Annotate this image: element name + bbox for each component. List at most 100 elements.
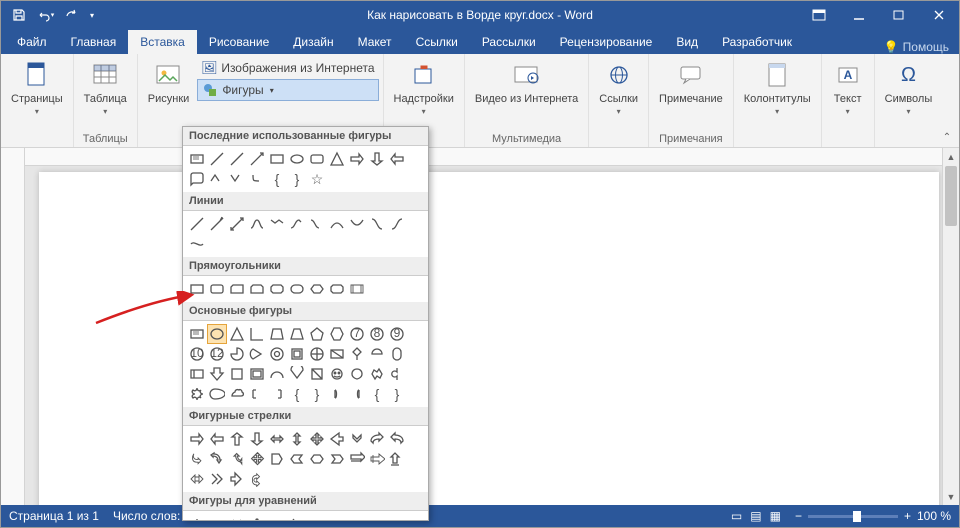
ruler-horizontal[interactable]	[25, 148, 942, 166]
tab-references[interactable]: Ссылки	[404, 30, 470, 54]
shape-item[interactable]	[347, 344, 367, 364]
shape-item[interactable]	[207, 469, 227, 489]
shape-item[interactable]	[207, 169, 227, 189]
status-page[interactable]: Страница 1 из 1	[9, 509, 99, 523]
shape-item[interactable]	[227, 429, 247, 449]
shape-item[interactable]	[207, 364, 227, 384]
shape-item[interactable]	[327, 364, 347, 384]
shape-item[interactable]	[227, 514, 247, 521]
shape-item[interactable]	[247, 214, 267, 234]
shape-item[interactable]	[207, 429, 227, 449]
shape-item[interactable]	[367, 149, 387, 169]
shape-item[interactable]	[287, 214, 307, 234]
shape-item[interactable]	[387, 449, 407, 469]
shape-item[interactable]	[227, 449, 247, 469]
shape-item[interactable]	[227, 364, 247, 384]
shape-item[interactable]	[187, 469, 207, 489]
shape-item[interactable]	[227, 344, 247, 364]
headers-button[interactable]: Колонтитулы▾	[738, 57, 817, 129]
qat-customize-button[interactable]: ▾	[85, 3, 99, 27]
undo-button[interactable]: ▾	[33, 3, 57, 27]
shape-item[interactable]	[387, 364, 407, 384]
shape-item[interactable]: 12	[207, 344, 227, 364]
shape-item[interactable]	[207, 149, 227, 169]
shape-item[interactable]	[247, 469, 267, 489]
shape-item[interactable]: }	[287, 169, 307, 189]
tab-insert[interactable]: Вставка	[128, 30, 197, 54]
shape-item[interactable]	[267, 324, 287, 344]
shape-item[interactable]	[267, 384, 287, 404]
shape-item[interactable]: {	[367, 384, 387, 404]
shape-item[interactable]	[287, 324, 307, 344]
shape-item[interactable]	[227, 324, 247, 344]
collapse-ribbon-button[interactable]: ⌃	[939, 129, 955, 145]
shape-item[interactable]	[387, 429, 407, 449]
shape-item[interactable]	[327, 149, 347, 169]
shape-item[interactable]	[207, 449, 227, 469]
shape-item[interactable]	[247, 324, 267, 344]
shape-item[interactable]	[347, 384, 367, 404]
shape-item[interactable]: }	[307, 384, 327, 404]
shape-item[interactable]	[187, 384, 207, 404]
shapes-button[interactable]: Фигуры▾	[197, 79, 378, 101]
shape-item[interactable]	[387, 344, 407, 364]
shape-item[interactable]	[307, 449, 327, 469]
view-web-button[interactable]: ▦	[770, 509, 781, 523]
shape-item[interactable]	[267, 449, 287, 469]
shape-item[interactable]	[247, 449, 267, 469]
shape-item[interactable]	[347, 449, 367, 469]
shape-item[interactable]	[207, 279, 227, 299]
status-words[interactable]: Число слов:	[113, 509, 180, 523]
table-button[interactable]: Таблица▾	[78, 57, 133, 129]
shape-item[interactable]	[187, 279, 207, 299]
save-button[interactable]	[7, 3, 31, 27]
redo-button[interactable]	[59, 3, 83, 27]
shape-item[interactable]	[347, 429, 367, 449]
shape-item[interactable]	[347, 149, 367, 169]
links-button[interactable]: Ссылки▾	[593, 57, 644, 129]
shape-item[interactable]	[247, 279, 267, 299]
shape-item[interactable]	[187, 214, 207, 234]
shape-item[interactable]	[367, 344, 387, 364]
view-read-button[interactable]: ▭	[731, 509, 742, 523]
shape-item[interactable]	[387, 149, 407, 169]
ruler-vertical[interactable]	[1, 148, 25, 505]
shape-item[interactable]	[227, 384, 247, 404]
view-print-button[interactable]: ▤	[750, 509, 761, 523]
shape-item[interactable]	[187, 324, 207, 344]
shape-item[interactable]	[207, 514, 227, 521]
shape-item[interactable]	[327, 344, 347, 364]
shape-item[interactable]	[327, 279, 347, 299]
shape-item[interactable]	[187, 169, 207, 189]
shape-item[interactable]	[327, 429, 347, 449]
shape-item[interactable]	[287, 514, 307, 521]
shape-item[interactable]	[227, 279, 247, 299]
shape-item[interactable]	[347, 364, 367, 384]
tab-design[interactable]: Дизайн	[281, 30, 345, 54]
shape-item[interactable]	[247, 169, 267, 189]
shape-item[interactable]	[307, 344, 327, 364]
shape-item[interactable]	[207, 384, 227, 404]
shape-item[interactable]	[367, 449, 387, 469]
shape-item[interactable]	[227, 169, 247, 189]
shape-item[interactable]	[247, 364, 267, 384]
shape-item[interactable]	[267, 214, 287, 234]
shape-item[interactable]: {	[287, 384, 307, 404]
shape-item[interactable]	[367, 429, 387, 449]
shape-item[interactable]	[307, 429, 327, 449]
shape-item[interactable]	[227, 469, 247, 489]
shape-item[interactable]	[287, 429, 307, 449]
shape-item[interactable]	[267, 514, 287, 521]
shape-item[interactable]: ☆	[307, 169, 327, 189]
shape-item[interactable]	[207, 214, 227, 234]
shape-item[interactable]: 10	[187, 344, 207, 364]
shape-item[interactable]	[207, 324, 227, 344]
tab-draw[interactable]: Рисование	[197, 30, 281, 54]
shape-item[interactable]	[187, 149, 207, 169]
close-button[interactable]	[919, 1, 959, 29]
shape-item[interactable]	[267, 344, 287, 364]
shape-item[interactable]	[287, 364, 307, 384]
tab-layout[interactable]: Макет	[346, 30, 404, 54]
shape-item[interactable]	[327, 449, 347, 469]
shape-item[interactable]	[227, 214, 247, 234]
